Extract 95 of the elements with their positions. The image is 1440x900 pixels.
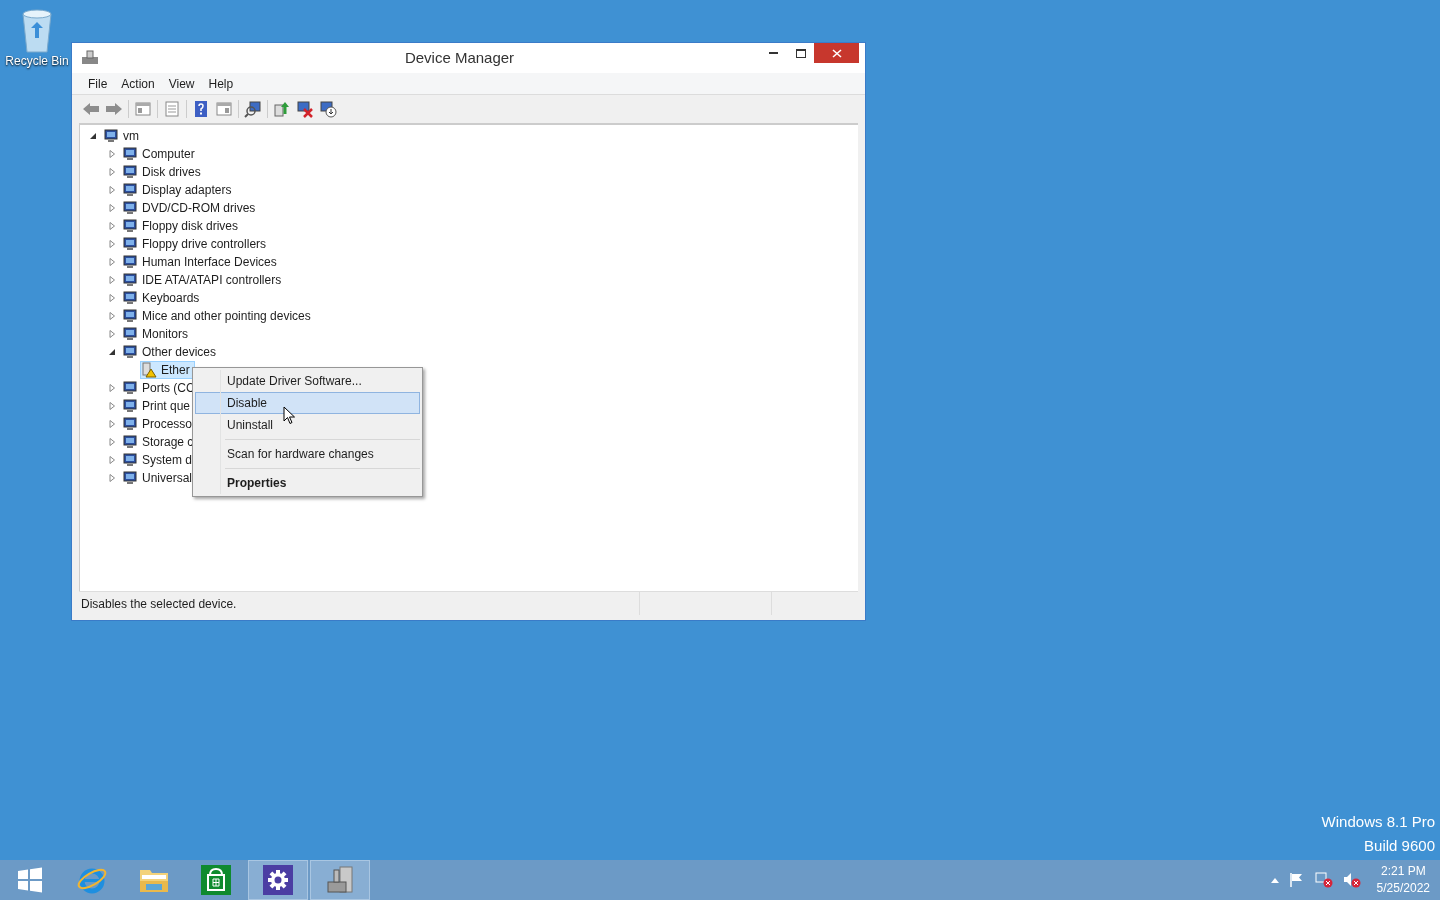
maximize-icon [795,48,806,58]
device-icon [122,452,138,468]
tree-item[interactable]: Disk drives [121,163,206,181]
menu-item[interactable]: Action [115,74,161,93]
context-menu-item[interactable]: Properties [195,472,420,494]
tree-item[interactable]: Mice and other pointing devices [121,307,316,325]
device-icon [103,128,119,144]
help-icon[interactable] [192,100,210,118]
device-manager-icon[interactable] [324,864,356,896]
window-title: Device Manager [404,47,515,68]
tree-item[interactable]: Ether [140,361,195,379]
uninstall-device-icon[interactable] [296,100,314,118]
scan-hardware-icon[interactable] [244,100,262,118]
device-icon [122,416,138,432]
flag-icon[interactable] [1288,872,1305,888]
expand-arrow-icon[interactable] [109,438,116,446]
update-driver-icon[interactable] [273,100,291,118]
context-menu-item[interactable]: Disable [195,392,420,414]
device-icon [122,326,138,342]
tree-item[interactable]: Processo [121,415,198,433]
expand-arrow-icon[interactable] [109,186,116,194]
show-hidden-icons-icon[interactable] [1270,877,1279,883]
expand-arrow-icon[interactable] [109,276,116,284]
tree-item[interactable]: System d [121,451,197,469]
expand-arrow-icon[interactable] [109,402,116,410]
device-icon [122,254,138,270]
app-icon[interactable] [81,50,99,66]
device-icon [122,470,138,486]
forward-arrow-icon[interactable] [105,100,123,118]
menu-item[interactable]: View [162,74,201,93]
device-icon [122,398,138,414]
tree-item[interactable]: Floppy disk drives [121,217,244,235]
edition-text: Windows 8.1 Pro [1321,812,1435,832]
device-icon [122,146,138,162]
tree-item[interactable]: vm [102,127,144,145]
menu-item[interactable]: File [82,74,114,93]
device-icon [122,290,138,306]
device-icon [122,164,138,180]
minimize-icon [769,52,778,54]
mouse-pointer-icon [283,406,296,425]
expand-arrow-icon[interactable] [109,168,116,176]
tree-item[interactable]: IDE ATA/ATAPI controllers [121,271,287,289]
device-icon [122,200,138,216]
taskbar-button[interactable] [248,860,308,900]
tree-item[interactable]: Floppy drive controllers [121,235,272,253]
edition-text: Build 9600 [1364,836,1435,856]
tree-item[interactable]: Display adapters [121,181,237,199]
expand-arrow-icon[interactable] [109,456,116,464]
windows-logo-icon[interactable] [16,866,44,894]
status-text: Disables the selected device. [79,592,640,615]
muted-speaker-icon[interactable] [1342,872,1361,888]
tree-item[interactable]: Keyboards [121,289,205,307]
console-tree-icon[interactable] [134,100,152,118]
expand-arrow-icon[interactable] [109,240,116,248]
expand-arrow-icon[interactable] [109,222,116,230]
expand-arrow-icon[interactable] [109,330,116,338]
collapse-arrow-icon[interactable] [90,132,97,140]
tree-item[interactable]: DVD/CD-ROM drives [121,199,261,217]
collapse-arrow-icon[interactable] [109,348,116,356]
expand-arrow-icon[interactable] [109,204,116,212]
settings-icon[interactable] [263,865,293,895]
back-arrow-icon[interactable] [82,100,100,118]
expand-arrow-icon[interactable] [109,384,116,392]
tree-item[interactable]: Computer [121,145,200,163]
device-icon [122,182,138,198]
device-icon [122,236,138,252]
expand-arrow-icon[interactable] [109,312,116,320]
close-icon [831,48,842,58]
menu-item[interactable]: Help [202,74,240,93]
action-pane-icon[interactable] [215,100,233,118]
context-menu-item[interactable]: Scan for hardware changes [195,443,420,465]
expand-arrow-icon[interactable] [109,150,116,158]
properties-sheet-icon[interactable] [163,100,181,118]
device-icon [122,434,138,450]
expand-arrow-icon[interactable] [109,474,116,482]
expand-arrow-icon[interactable] [109,258,116,266]
network-error-icon[interactable] [1314,872,1333,888]
expand-arrow-icon[interactable] [109,420,116,428]
device-icon [122,344,138,360]
warning-device-icon [141,362,157,378]
tree-item[interactable]: Universal [121,469,197,487]
device-icon [122,380,138,396]
context-menu-item[interactable]: Uninstall [195,414,420,436]
device-icon [122,272,138,288]
enable-device-icon[interactable] [319,100,337,118]
device-icon [122,218,138,234]
context-menu-item[interactable]: Update Driver Software... [195,370,420,392]
expand-arrow-icon[interactable] [109,294,116,302]
tree-item[interactable]: Other devices [121,343,222,361]
tree-item[interactable]: Print que [121,397,196,415]
device-icon [122,308,138,324]
tree-item[interactable]: Monitors [121,325,193,343]
store-bag-icon[interactable] [201,865,231,895]
tree-item[interactable]: Human Interface Devices [121,253,282,271]
close-button[interactable] [814,43,859,63]
